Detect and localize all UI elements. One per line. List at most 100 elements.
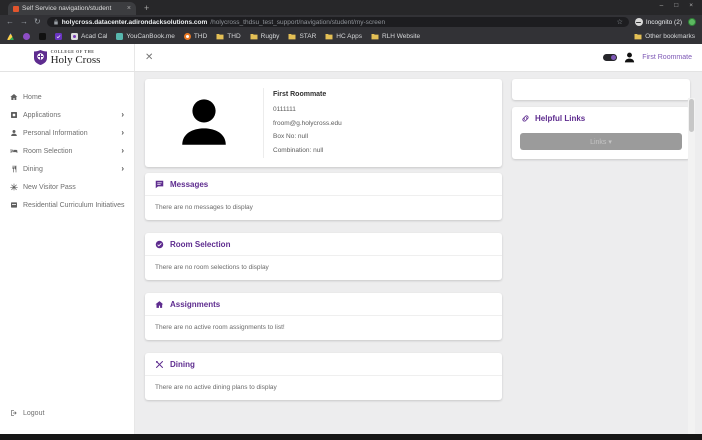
purple-dot-icon bbox=[23, 33, 30, 40]
window-controls: – □ × bbox=[660, 0, 702, 9]
bookmark-item[interactable] bbox=[23, 33, 30, 40]
profile-student-id: 0111111 bbox=[273, 106, 296, 114]
reload-button[interactable]: ↻ bbox=[34, 18, 41, 26]
house-icon bbox=[155, 301, 164, 308]
user-avatar-icon[interactable] bbox=[623, 51, 636, 64]
folder-icon bbox=[288, 33, 296, 40]
forward-button[interactable]: → bbox=[20, 18, 28, 26]
window-close-button[interactable]: × bbox=[689, 2, 693, 9]
black-site-icon bbox=[39, 33, 46, 40]
bookmark-folder[interactable]: HC Apps bbox=[325, 33, 362, 40]
lock-icon bbox=[53, 19, 59, 25]
profile-avatar-icon bbox=[145, 92, 263, 154]
scrollbar-thumb[interactable] bbox=[689, 99, 694, 132]
chevron-right-icon: › bbox=[121, 128, 124, 137]
applications-icon bbox=[11, 112, 17, 118]
bookmark-folder[interactable]: THD bbox=[216, 33, 241, 40]
folder-icon bbox=[325, 33, 333, 40]
incognito-profile-chip[interactable]: Incognito (2) bbox=[634, 18, 682, 26]
chevron-right-icon: › bbox=[121, 164, 124, 173]
tab-title: Self Service navigation/student bbox=[22, 5, 112, 12]
bookmark-star-icon[interactable]: ☆ bbox=[617, 18, 623, 26]
folder-icon bbox=[216, 33, 224, 40]
chevron-right-icon: › bbox=[121, 146, 124, 155]
url-path: /holycross_thdsu_test_support/navigation… bbox=[210, 18, 386, 26]
bookmark-item[interactable] bbox=[55, 33, 62, 40]
room-selection-card: Room Selection There are no room selecti… bbox=[145, 233, 502, 280]
helpful-links-title: Helpful Links bbox=[535, 114, 586, 123]
incognito-icon bbox=[634, 18, 643, 26]
logo-line2: Holy Cross bbox=[50, 53, 101, 66]
link-icon bbox=[522, 115, 529, 122]
sidebar-item-dining[interactable]: Dining › bbox=[0, 160, 134, 178]
drive-icon bbox=[7, 33, 14, 40]
sidebar-item-personal-information[interactable]: Personal Information › bbox=[0, 124, 134, 142]
profile-email: froom@g.holycross.edu bbox=[273, 119, 342, 127]
folder-icon bbox=[634, 33, 642, 40]
profile-box-number: Box No: null bbox=[273, 133, 309, 141]
section-title: Messages bbox=[170, 180, 209, 189]
app-header: COLLEGE OF THE Holy Cross ✕ First Roomma… bbox=[0, 44, 702, 72]
dining-card: Dining There are no active dining plans … bbox=[145, 353, 502, 400]
bookmark-folder[interactable]: Rugby bbox=[250, 33, 279, 40]
back-button[interactable]: ← bbox=[6, 18, 14, 26]
message-icon bbox=[155, 180, 164, 189]
bookmark-item[interactable] bbox=[39, 33, 46, 40]
sidebar-item-home[interactable]: Home bbox=[0, 88, 134, 106]
header-user-name[interactable]: First Roommate bbox=[642, 54, 692, 61]
other-bookmarks[interactable]: Other bookmarks bbox=[634, 33, 695, 40]
extension-icon[interactable] bbox=[688, 18, 696, 26]
bookmark-item[interactable] bbox=[7, 33, 14, 40]
section-title: Room Selection bbox=[170, 240, 231, 249]
logout-button[interactable]: Logout bbox=[0, 404, 134, 422]
new-tab-button[interactable]: + bbox=[144, 3, 149, 13]
section-body: There are no room selections to display bbox=[155, 264, 269, 271]
check-circle-icon bbox=[155, 240, 164, 249]
sidebar-item-applications[interactable]: Applications › bbox=[0, 106, 134, 124]
browser-tab[interactable]: Self Service navigation/student × bbox=[8, 2, 136, 15]
holy-cross-logo[interactable]: COLLEGE OF THE Holy Cross bbox=[0, 44, 135, 71]
bookmark-folder[interactable]: RLH Website bbox=[371, 33, 420, 40]
teal-site-icon bbox=[116, 33, 124, 40]
close-panel-icon[interactable]: ✕ bbox=[145, 52, 153, 63]
chevron-right-icon: › bbox=[121, 110, 124, 119]
tab-favicon-icon bbox=[13, 5, 19, 12]
section-title: Dining bbox=[170, 360, 195, 369]
dining-icon bbox=[12, 165, 17, 173]
address-bar[interactable]: holycross.datacenter.adirondacksolutions… bbox=[46, 17, 629, 27]
bookmark-folder[interactable]: STAR bbox=[288, 33, 316, 40]
sidebar-nav: Home Applications › Personal Information… bbox=[0, 71, 135, 434]
sidebar-item-new-visitor-pass[interactable]: New Visitor Pass bbox=[0, 178, 134, 196]
profile-combination: Combination: null bbox=[273, 146, 324, 154]
section-body: There are no active room assignments to … bbox=[155, 324, 285, 331]
utensils-icon bbox=[156, 361, 163, 368]
section-body: There are no active dining plans to disp… bbox=[155, 384, 277, 391]
section-body: There are no messages to display bbox=[155, 204, 253, 211]
home-icon bbox=[10, 94, 18, 100]
theme-toggle[interactable] bbox=[603, 54, 618, 61]
main-content: First Roommate 0111111 froom@g.holycross… bbox=[136, 71, 695, 434]
bookmark-item[interactable]: Acad Cal bbox=[71, 33, 107, 40]
assignments-card: Assignments There are no active room ass… bbox=[145, 293, 502, 340]
person-icon bbox=[11, 130, 17, 136]
messages-card: Messages There are no messages to displa… bbox=[145, 173, 502, 220]
residential-icon bbox=[11, 202, 17, 208]
window-maximize-button[interactable]: □ bbox=[674, 2, 678, 9]
page-scrollbar[interactable] bbox=[688, 98, 695, 434]
sidebar-item-residential-curriculum-initiatives[interactable]: Residential Curriculum Initiatives bbox=[0, 196, 134, 214]
browser-tab-strip: Self Service navigation/student × + – □ … bbox=[0, 0, 702, 15]
bookmark-item[interactable]: THD bbox=[183, 33, 207, 40]
tab-close-icon[interactable]: × bbox=[127, 5, 131, 12]
window-minimize-button[interactable]: – bbox=[660, 2, 664, 9]
folder-icon bbox=[250, 33, 258, 40]
url-domain: holycross.datacenter.adirondacksolutions… bbox=[61, 18, 208, 26]
shield-logo-icon bbox=[33, 50, 47, 65]
profile-card: First Roommate 0111111 froom@g.holycross… bbox=[145, 79, 502, 167]
links-dropdown-button[interactable]: Links ▾ bbox=[520, 133, 682, 150]
app-page: COLLEGE OF THE Holy Cross ✕ First Roomma… bbox=[0, 44, 702, 434]
bookmark-item[interactable]: YouCanBook.me bbox=[116, 33, 175, 40]
incognito-label: Incognito (2) bbox=[645, 18, 682, 26]
sidebar-item-room-selection[interactable]: Room Selection › bbox=[0, 142, 134, 160]
section-title: Assignments bbox=[170, 300, 221, 309]
bed-icon bbox=[10, 149, 18, 153]
